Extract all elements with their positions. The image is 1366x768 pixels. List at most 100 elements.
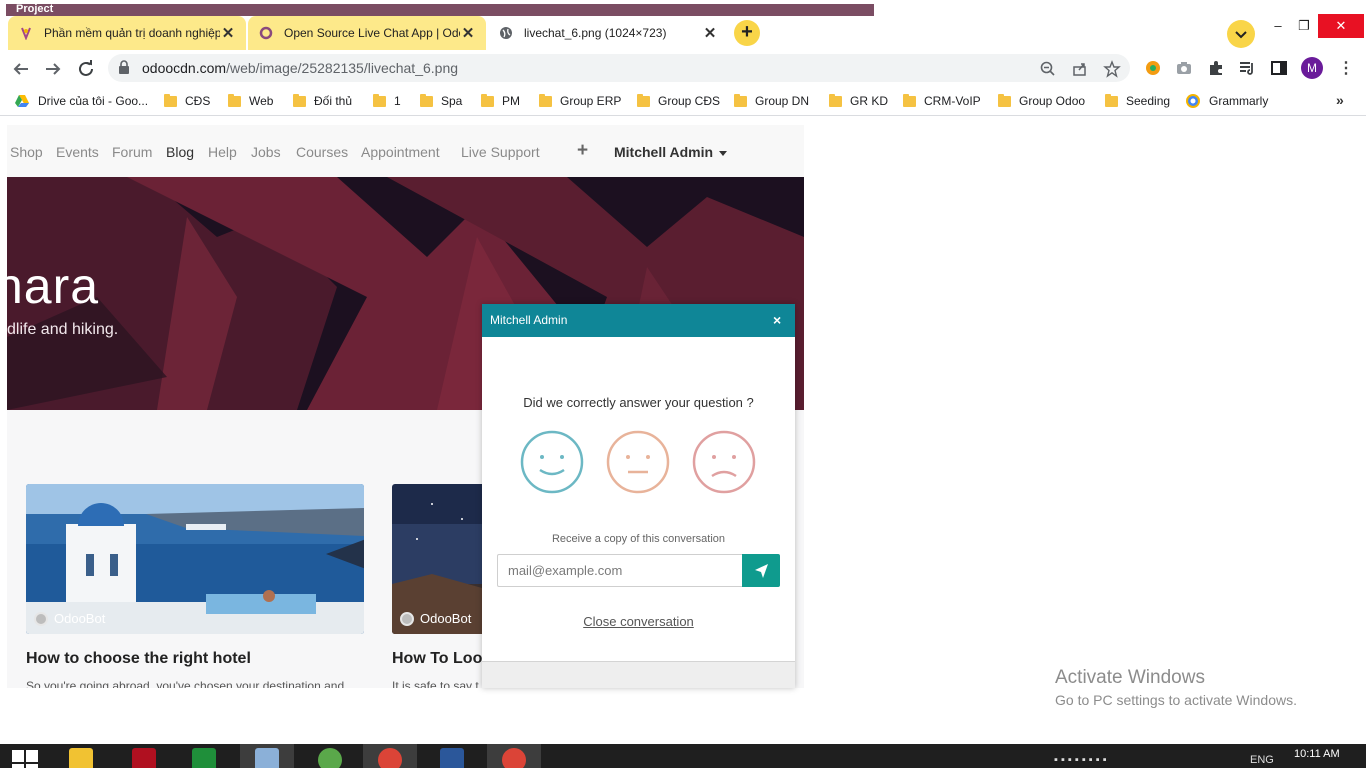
close-conversation-link[interactable]: Close conversation bbox=[482, 614, 795, 629]
browser-tab-strip: Project Phần mềm quản trị doanh nghiệp ✕… bbox=[0, 0, 1366, 50]
windows-start-icon[interactable] bbox=[12, 750, 38, 768]
blog-post-card[interactable]: OdooBot bbox=[26, 484, 364, 634]
add-icon[interactable]: + bbox=[577, 140, 588, 162]
bookmark-folder-seeding[interactable]: Seeding bbox=[1105, 92, 1170, 110]
livechat-header[interactable]: Mitchell Admin × bbox=[482, 304, 795, 337]
app-icon bbox=[132, 748, 156, 768]
rating-happy-button[interactable] bbox=[520, 430, 584, 494]
tab-search-button[interactable] bbox=[1227, 20, 1255, 48]
tab-odoo-erp[interactable]: Phần mềm quản trị doanh nghiệp ✕ bbox=[8, 16, 246, 50]
close-icon[interactable]: × bbox=[773, 312, 781, 328]
nav-jobs[interactable]: Jobs bbox=[251, 144, 281, 160]
address-bar[interactable]: odoocdn.com/web/image/25282135/livechat_… bbox=[108, 54, 1130, 82]
clock[interactable]: 10:11 AM bbox=[1294, 748, 1340, 760]
file-explorer-taskbar-button[interactable] bbox=[54, 744, 108, 768]
bookmark-label: Drive của tôi - Goo... bbox=[38, 94, 149, 108]
bookmark-folder-group-dn[interactable]: Group DN bbox=[734, 92, 809, 110]
camera-icon[interactable] bbox=[1175, 59, 1193, 77]
post-title[interactable]: How to choose the right hotel bbox=[26, 650, 251, 668]
rating-neutral-button[interactable] bbox=[606, 430, 670, 494]
folder-icon bbox=[420, 93, 433, 107]
nav-live-support[interactable]: Live Support bbox=[461, 144, 540, 160]
folder-icon bbox=[164, 93, 177, 107]
arrow-left-icon bbox=[13, 63, 28, 75]
neutral-face-icon bbox=[606, 430, 670, 494]
post-teaser: It is safe to say t bbox=[392, 679, 479, 688]
tab-title: livechat_6.png (1024×723) bbox=[524, 26, 667, 40]
close-tab-icon[interactable]: ✕ bbox=[702, 24, 718, 42]
app-taskbar-button[interactable] bbox=[117, 744, 171, 768]
bookmark-folder-group-odoo[interactable]: Group Odoo bbox=[998, 92, 1085, 110]
folder-icon bbox=[637, 93, 650, 107]
word-taskbar-button[interactable] bbox=[425, 744, 479, 768]
menu-kebab-icon[interactable]: ⋮ bbox=[1338, 58, 1354, 78]
url-path: /web/image/25282135/livechat_6.png bbox=[226, 60, 459, 76]
folder-icon bbox=[1105, 93, 1118, 107]
star-icon[interactable] bbox=[1103, 60, 1121, 78]
nav-forum[interactable]: Forum bbox=[112, 144, 152, 160]
email-field[interactable] bbox=[497, 554, 743, 587]
bookmark-grammarly[interactable]: Grammarly bbox=[1185, 92, 1268, 110]
bookmarks-overflow-button[interactable]: » bbox=[1336, 92, 1344, 108]
browser-toolbar: odoocdn.com/web/image/25282135/livechat_… bbox=[0, 50, 1366, 86]
nav-shop[interactable]: Shop bbox=[10, 144, 43, 160]
paint-icon bbox=[255, 748, 279, 768]
send-transcript-button[interactable] bbox=[742, 554, 780, 587]
bookmark-label: Web bbox=[249, 94, 274, 108]
post-teaser: So you're going abroad, you've chosen yo… bbox=[26, 679, 345, 688]
forward-button[interactable] bbox=[40, 56, 66, 82]
bookmark-label: CRM-VoIP bbox=[924, 94, 981, 108]
back-button[interactable] bbox=[8, 56, 34, 82]
puzzle-icon[interactable] bbox=[1207, 59, 1225, 77]
bookmark-folder-gr-kd[interactable]: GR KD bbox=[829, 92, 888, 110]
bookmark-folder-group-erp[interactable]: Group ERP bbox=[539, 92, 621, 110]
bookmark-folder-web[interactable]: Web bbox=[228, 92, 273, 110]
coccoc-taskbar-button[interactable] bbox=[303, 744, 357, 768]
close-tab-icon[interactable]: ✕ bbox=[460, 24, 476, 42]
bookmark-folder-cds[interactable]: CĐS bbox=[164, 92, 210, 110]
bookmark-drive[interactable]: Drive của tôi - Goo... bbox=[14, 92, 148, 110]
language-indicator[interactable]: ENG bbox=[1250, 754, 1274, 766]
profile-avatar[interactable]: M bbox=[1301, 57, 1323, 79]
post-title[interactable]: How To Look bbox=[392, 650, 491, 668]
chrome-taskbar-button-2[interactable] bbox=[487, 744, 541, 768]
reload-button[interactable] bbox=[73, 56, 99, 82]
nav-help[interactable]: Help bbox=[208, 144, 237, 160]
chrome-taskbar-button[interactable] bbox=[363, 744, 417, 768]
nav-courses[interactable]: Courses bbox=[296, 144, 348, 160]
extension-icon[interactable] bbox=[1144, 59, 1162, 77]
share-icon[interactable] bbox=[1071, 60, 1089, 78]
store-taskbar-button[interactable] bbox=[177, 744, 231, 768]
nav-events[interactable]: Events bbox=[56, 144, 99, 160]
agent-name: Mitchell Admin bbox=[490, 313, 568, 327]
bookmark-label: CĐS bbox=[185, 94, 211, 108]
side-panel-icon[interactable] bbox=[1270, 59, 1288, 77]
paint-taskbar-button[interactable] bbox=[240, 744, 294, 768]
bookmark-folder-spa[interactable]: Spa bbox=[420, 92, 462, 110]
nav-appointment[interactable]: Appointment bbox=[361, 144, 440, 160]
folder-icon bbox=[903, 93, 916, 107]
folder-icon bbox=[293, 93, 306, 107]
caret-down-icon bbox=[719, 150, 728, 156]
zoom-out-icon[interactable] bbox=[1039, 60, 1057, 78]
folder-icon bbox=[734, 93, 747, 107]
nav-blog[interactable]: Blog bbox=[166, 144, 194, 160]
post-author: OdooBot bbox=[400, 611, 471, 626]
close-window-button[interactable]: ✕ bbox=[1318, 14, 1364, 38]
tab-odoo-livechat[interactable]: Open Source Live Chat App | Odoo ✕ bbox=[248, 16, 486, 50]
system-tray-icons[interactable]: ▪ ▪ ▪ ▪ ▪ ▪ ▪ ▪ bbox=[1054, 754, 1107, 766]
bookmark-folder-doi-thu[interactable]: Đối thủ bbox=[293, 92, 352, 110]
bookmark-folder-crm-voip[interactable]: CRM-VoIP bbox=[903, 92, 981, 110]
avatar bbox=[34, 611, 48, 626]
bookmark-folder-1[interactable]: 1 bbox=[373, 92, 401, 110]
new-tab-button[interactable]: + bbox=[734, 20, 760, 46]
reading-list-icon[interactable] bbox=[1238, 59, 1256, 77]
bookmark-folder-pm[interactable]: PM bbox=[481, 92, 520, 110]
close-tab-icon[interactable]: ✕ bbox=[220, 24, 236, 42]
bookmark-label: Spa bbox=[441, 94, 463, 108]
rating-sad-button[interactable] bbox=[692, 430, 756, 494]
user-menu[interactable]: Mitchell Admin bbox=[614, 144, 728, 160]
site-navbar: Shop Events Forum Blog Help Jobs Courses… bbox=[7, 125, 804, 177]
bookmark-folder-group-cds[interactable]: Group CĐS bbox=[637, 92, 720, 110]
tab-livechat-image[interactable]: livechat_6.png (1024×723) ✕ bbox=[488, 16, 728, 50]
